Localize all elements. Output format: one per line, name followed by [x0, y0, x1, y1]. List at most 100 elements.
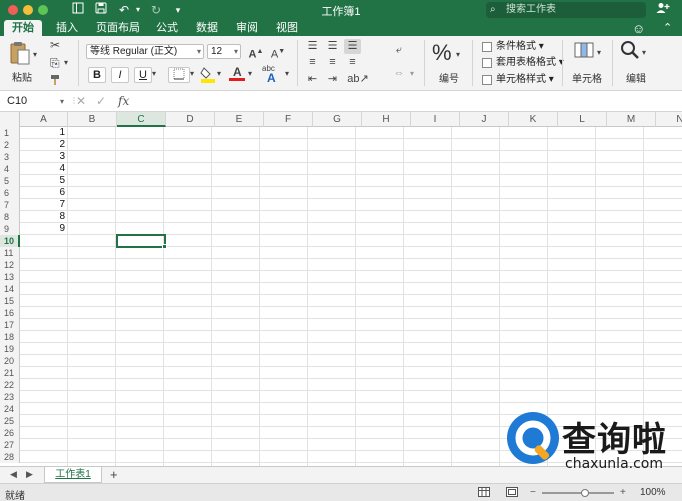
row-header-9[interactable]: 9	[0, 223, 20, 235]
fill-handle[interactable]	[162, 244, 167, 249]
align-right-button[interactable]: ≡	[344, 55, 361, 70]
tab-view[interactable]: 视图	[270, 20, 304, 36]
column-header-n[interactable]: N	[656, 112, 682, 127]
merge-center-button[interactable]: ⇔	[388, 66, 410, 81]
cut-icon[interactable]: ✂	[50, 38, 60, 52]
row-header-26[interactable]: 26	[0, 427, 20, 439]
wrap-text-button[interactable]: ⤶	[388, 43, 410, 58]
zoom-slider-thumb[interactable]	[581, 489, 590, 497]
row-header-25[interactable]: 25	[0, 415, 20, 427]
zoom-out-icon[interactable]: −	[530, 487, 536, 498]
find-search-icon[interactable]	[620, 40, 640, 65]
paste-icon[interactable]	[8, 40, 32, 66]
orientation-button[interactable]: ab↗	[346, 72, 370, 87]
column-header-c[interactable]: C	[117, 112, 166, 127]
sheet-tab[interactable]: 工作表1	[44, 467, 102, 483]
column-header-a[interactable]: A	[20, 112, 68, 127]
sheet-prev-icon[interactable]: ◀	[10, 469, 17, 480]
feedback-smiley-icon[interactable]: ☺	[632, 21, 645, 36]
name-box[interactable]: C10 ▾	[4, 94, 64, 109]
cell-a7[interactable]: 7	[20, 199, 68, 211]
column-header-l[interactable]: L	[558, 112, 607, 127]
cell-a2[interactable]: 2	[20, 139, 68, 151]
cancel-entry-icon[interactable]: ✕	[76, 94, 86, 108]
row-header-18[interactable]: 18	[0, 331, 20, 343]
window-zoom-button[interactable]	[38, 5, 48, 15]
row-header-24[interactable]: 24	[0, 403, 20, 415]
column-header-i[interactable]: I	[411, 112, 460, 127]
zoom-slider[interactable]	[542, 492, 614, 494]
column-header-m[interactable]: M	[607, 112, 656, 127]
row-header-3[interactable]: 3	[0, 151, 20, 163]
page-layout-view-icon[interactable]	[506, 487, 518, 500]
ribbon-collapse-icon[interactable]: ⌃	[663, 21, 672, 34]
row-header-11[interactable]: 11	[0, 247, 20, 259]
cell-styles-button[interactable]: 单元格样式 ▾	[480, 73, 554, 87]
window-close-button[interactable]	[8, 5, 18, 15]
tab-data[interactable]: 数据	[190, 20, 224, 36]
column-header-h[interactable]: H	[362, 112, 411, 127]
underline-button[interactable]: U	[134, 67, 152, 83]
tab-insert[interactable]: 插入	[50, 20, 84, 36]
underline-dropdown-icon[interactable]: ▾	[152, 69, 156, 78]
font-name-select[interactable]: 等线 Regular (正文) ▾	[86, 44, 204, 59]
borders-dropdown-icon[interactable]: ▾	[190, 69, 194, 78]
merge-dropdown-icon[interactable]: ▾	[410, 69, 414, 78]
format-painter-icon[interactable]	[50, 74, 62, 89]
row-header-7[interactable]: 7	[0, 199, 20, 211]
column-header-j[interactable]: J	[460, 112, 509, 127]
phonetic-button[interactable]: abc A	[260, 64, 284, 85]
number-format-dropdown-icon[interactable]: ▾	[456, 50, 460, 59]
paste-dropdown-icon[interactable]: ▾	[33, 50, 37, 59]
window-minimize-button[interactable]	[23, 5, 33, 15]
tab-formulas[interactable]: 公式	[150, 20, 184, 36]
row-header-4[interactable]: 4	[0, 163, 20, 175]
row-header-21[interactable]: 21	[0, 367, 20, 379]
fill-color-dropdown-icon[interactable]: ▾	[217, 69, 221, 78]
formula-input[interactable]	[140, 94, 676, 109]
copy-dropdown-icon[interactable]: ▾	[64, 58, 68, 67]
confirm-entry-icon[interactable]: ✓	[96, 94, 106, 108]
paste-label[interactable]: 粘贴	[12, 69, 32, 84]
bold-button[interactable]: B	[88, 67, 106, 83]
cell-a9[interactable]: 9	[20, 223, 68, 235]
row-header-10[interactable]: 10	[0, 235, 20, 247]
number-label[interactable]: 编号	[439, 70, 459, 85]
italic-button[interactable]: I	[111, 67, 129, 83]
row-header-20[interactable]: 20	[0, 355, 20, 367]
row-header-23[interactable]: 23	[0, 391, 20, 403]
column-header-e[interactable]: E	[215, 112, 264, 127]
fill-color-button[interactable]	[198, 66, 218, 83]
normal-view-icon[interactable]	[478, 487, 490, 500]
cell-a6[interactable]: 6	[20, 187, 68, 199]
add-sheet-button[interactable]: +	[110, 467, 118, 483]
increase-font-size-button[interactable]: A▲	[246, 44, 266, 61]
tab-home[interactable]: 开始	[4, 20, 42, 36]
copy-icon[interactable]: ⎘	[50, 56, 60, 71]
row-header-8[interactable]: 8	[0, 211, 20, 223]
phonetic-dropdown-icon[interactable]: ▾	[285, 69, 289, 78]
row-header-1[interactable]: 1	[0, 127, 20, 139]
format-as-table-button[interactable]: 套用表格格式 ▾	[480, 56, 564, 70]
select-all-corner[interactable]	[0, 112, 20, 127]
tab-page-layout[interactable]: 页面布局	[92, 20, 144, 36]
row-header-19[interactable]: 19	[0, 343, 20, 355]
align-left-button[interactable]: ≡	[304, 55, 321, 70]
align-top-button[interactable]: ☰	[304, 39, 321, 54]
cell-a4[interactable]: 4	[20, 163, 68, 175]
row-header-16[interactable]: 16	[0, 307, 20, 319]
insert-function-button[interactable]: fx	[118, 94, 129, 108]
cell-a3[interactable]: 3	[20, 151, 68, 163]
redo-icon[interactable]: ↻	[148, 2, 164, 18]
row-header-5[interactable]: 5	[0, 175, 20, 187]
decrease-font-size-button[interactable]: A▼	[268, 44, 288, 61]
row-header-17[interactable]: 17	[0, 319, 20, 331]
row-header-22[interactable]: 22	[0, 379, 20, 391]
cells-dropdown-icon[interactable]: ▾	[597, 48, 601, 57]
row-header-27[interactable]: 27	[0, 439, 20, 451]
font-color-button[interactable]: A	[228, 65, 248, 81]
cell-a5[interactable]: 5	[20, 175, 68, 187]
cells-label[interactable]: 单元格	[572, 70, 602, 85]
row-header-13[interactable]: 13	[0, 271, 20, 283]
row-header-6[interactable]: 6	[0, 187, 20, 199]
